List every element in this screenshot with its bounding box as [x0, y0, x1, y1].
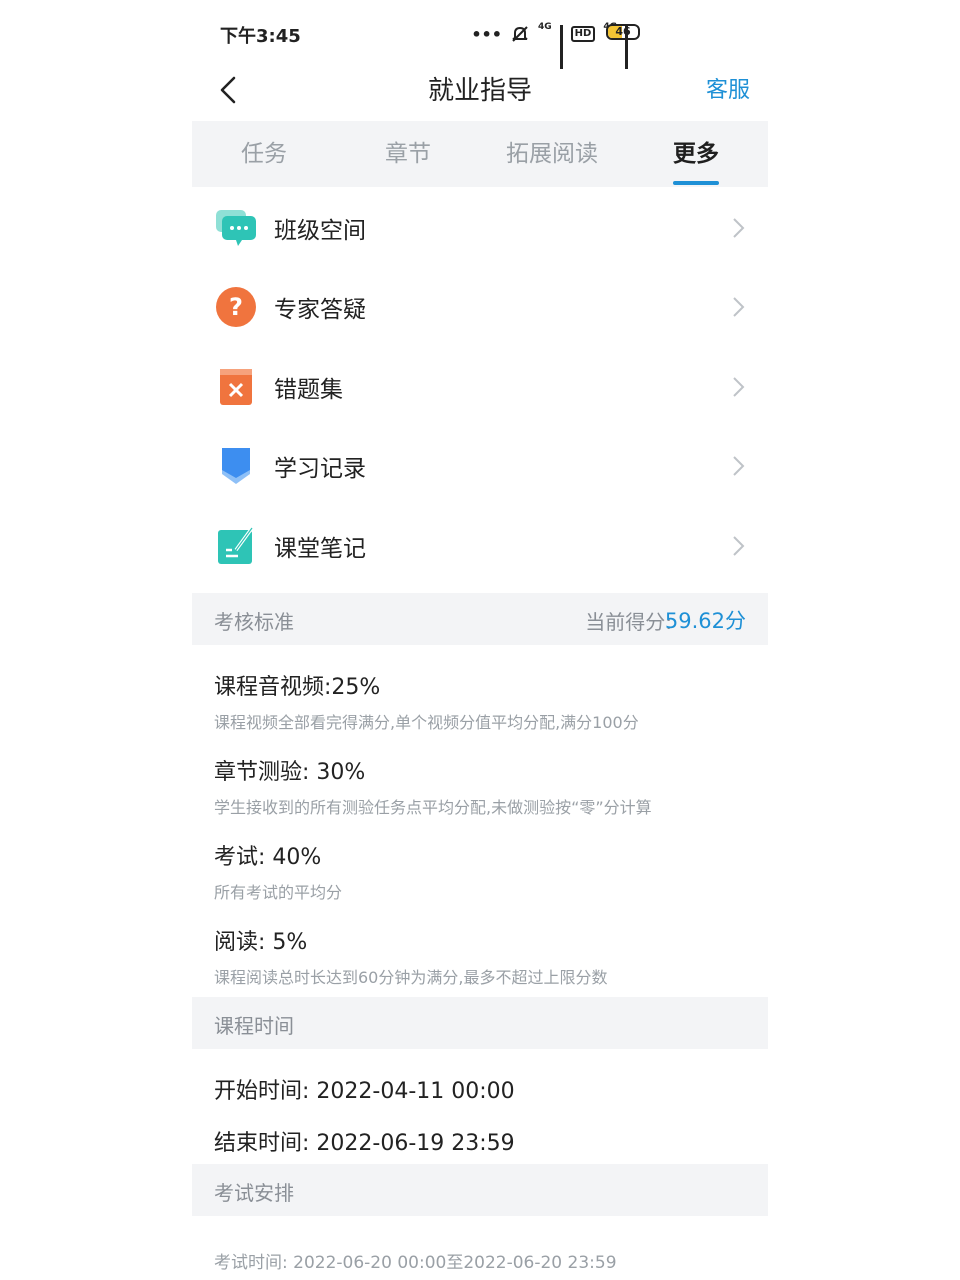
chevron-right-icon	[733, 536, 745, 556]
course-start-time: 开始时间: 2022-04-11 00:00	[214, 1079, 515, 1104]
battery-icon: 46	[606, 24, 640, 40]
status-icons: ••• 4G HD 4G	[471, 20, 628, 69]
battery-indicator: 46	[606, 24, 640, 40]
mute-bell-icon	[512, 26, 528, 42]
menu-item-study-record[interactable]: 学习记录	[192, 427, 768, 507]
page-title: 就业指导	[427, 76, 532, 106]
menu-item-class-space[interactable]: 班级空间	[192, 188, 768, 268]
menu-item-expert-qa[interactable]: ? 专家答疑	[192, 268, 768, 348]
section-title: 考核标准	[214, 610, 294, 634]
hd-badge: HD	[570, 26, 596, 42]
chevron-right-icon	[733, 297, 745, 317]
chevron-right-icon	[733, 218, 745, 238]
phone-screen: 下午3:45 ••• 4G HD 4G 46 就业指导	[192, 0, 768, 1280]
exam-time-label: 考试时间:	[214, 1253, 288, 1273]
feature-menu: 班级空间 ? 专家答疑 错题集 学习记录 课堂笔记	[192, 188, 768, 586]
wrong-book-icon	[220, 368, 252, 405]
menu-item-wrong-questions[interactable]: 错题集	[192, 347, 768, 427]
rule-desc: 所有考试的平均分	[214, 883, 343, 902]
current-score-label: 当前得分:	[585, 610, 672, 634]
rule-desc: 学生接收到的所有测验任务点平均分配,未做测验按“零”分计算	[214, 798, 652, 817]
rule-desc: 课程视频全部看完得满分,单个视频分值平均分配,满分100分	[214, 713, 639, 732]
more-dots-icon: •••	[471, 24, 503, 44]
tab-extended-reading[interactable]: 拓展阅读	[480, 121, 624, 187]
rule-title: 考试: 40%	[214, 845, 322, 870]
rule-title: 章节测验: 30%	[214, 760, 366, 785]
rule-title: 课程音视频:25%	[214, 675, 381, 700]
menu-label: 班级空间	[274, 217, 366, 244]
menu-label: 专家答疑	[274, 297, 366, 324]
chevron-right-icon	[733, 377, 745, 397]
section-title: 课程时间	[214, 1014, 294, 1038]
rule-title: 阅读: 5%	[214, 930, 308, 955]
tab-more[interactable]: 更多	[624, 121, 768, 187]
question-circle-icon: ?	[216, 287, 256, 328]
network-type-1: 4G	[538, 22, 552, 32]
menu-label: 错题集	[274, 376, 343, 403]
course-end-time: 结束时间: 2022-06-19 23:59	[214, 1131, 515, 1156]
exam-section-header: 考试安排	[192, 1164, 768, 1216]
signal-icon	[559, 25, 563, 69]
customer-service-button[interactable]: 客服	[706, 72, 750, 104]
tab-bar: 任务 章节 拓展阅读 更多	[192, 121, 768, 187]
section-title: 考试安排	[214, 1181, 294, 1205]
menu-item-class-notes[interactable]: 课堂笔记	[192, 506, 768, 586]
tab-tasks[interactable]: 任务	[192, 121, 336, 187]
status-bar: 下午3:45 ••• 4G HD 4G 46	[192, 0, 768, 69]
chat-bubble-icon	[216, 209, 256, 246]
exam-time: 考试时间: 2022-06-20 00:00至2022-06-20 23:59	[214, 1248, 617, 1273]
svg-text:?: ?	[229, 293, 243, 321]
course-time-section-header: 课程时间	[192, 997, 768, 1049]
menu-label: 学习记录	[274, 456, 366, 483]
note-pen-icon	[218, 526, 254, 564]
status-time: 下午3:45	[220, 26, 301, 47]
app-header: 就业指导 客服	[192, 60, 768, 120]
current-score-value: 59.62分	[664, 609, 746, 633]
menu-label: 课堂笔记	[274, 535, 366, 562]
tab-chapters[interactable]: 章节	[336, 121, 480, 187]
rule-desc: 课程阅读总时长达到60分钟为满分,最多不超过上限分数	[214, 968, 608, 987]
exam-time-value: 2022-06-20 00:00至2022-06-20 23:59	[293, 1253, 617, 1273]
battery-text: 46	[615, 25, 631, 38]
chevron-right-icon	[733, 456, 745, 476]
record-bookmark-icon	[222, 448, 250, 485]
assessment-section-header: 考核标准 当前得分: 59.62分	[192, 593, 768, 645]
